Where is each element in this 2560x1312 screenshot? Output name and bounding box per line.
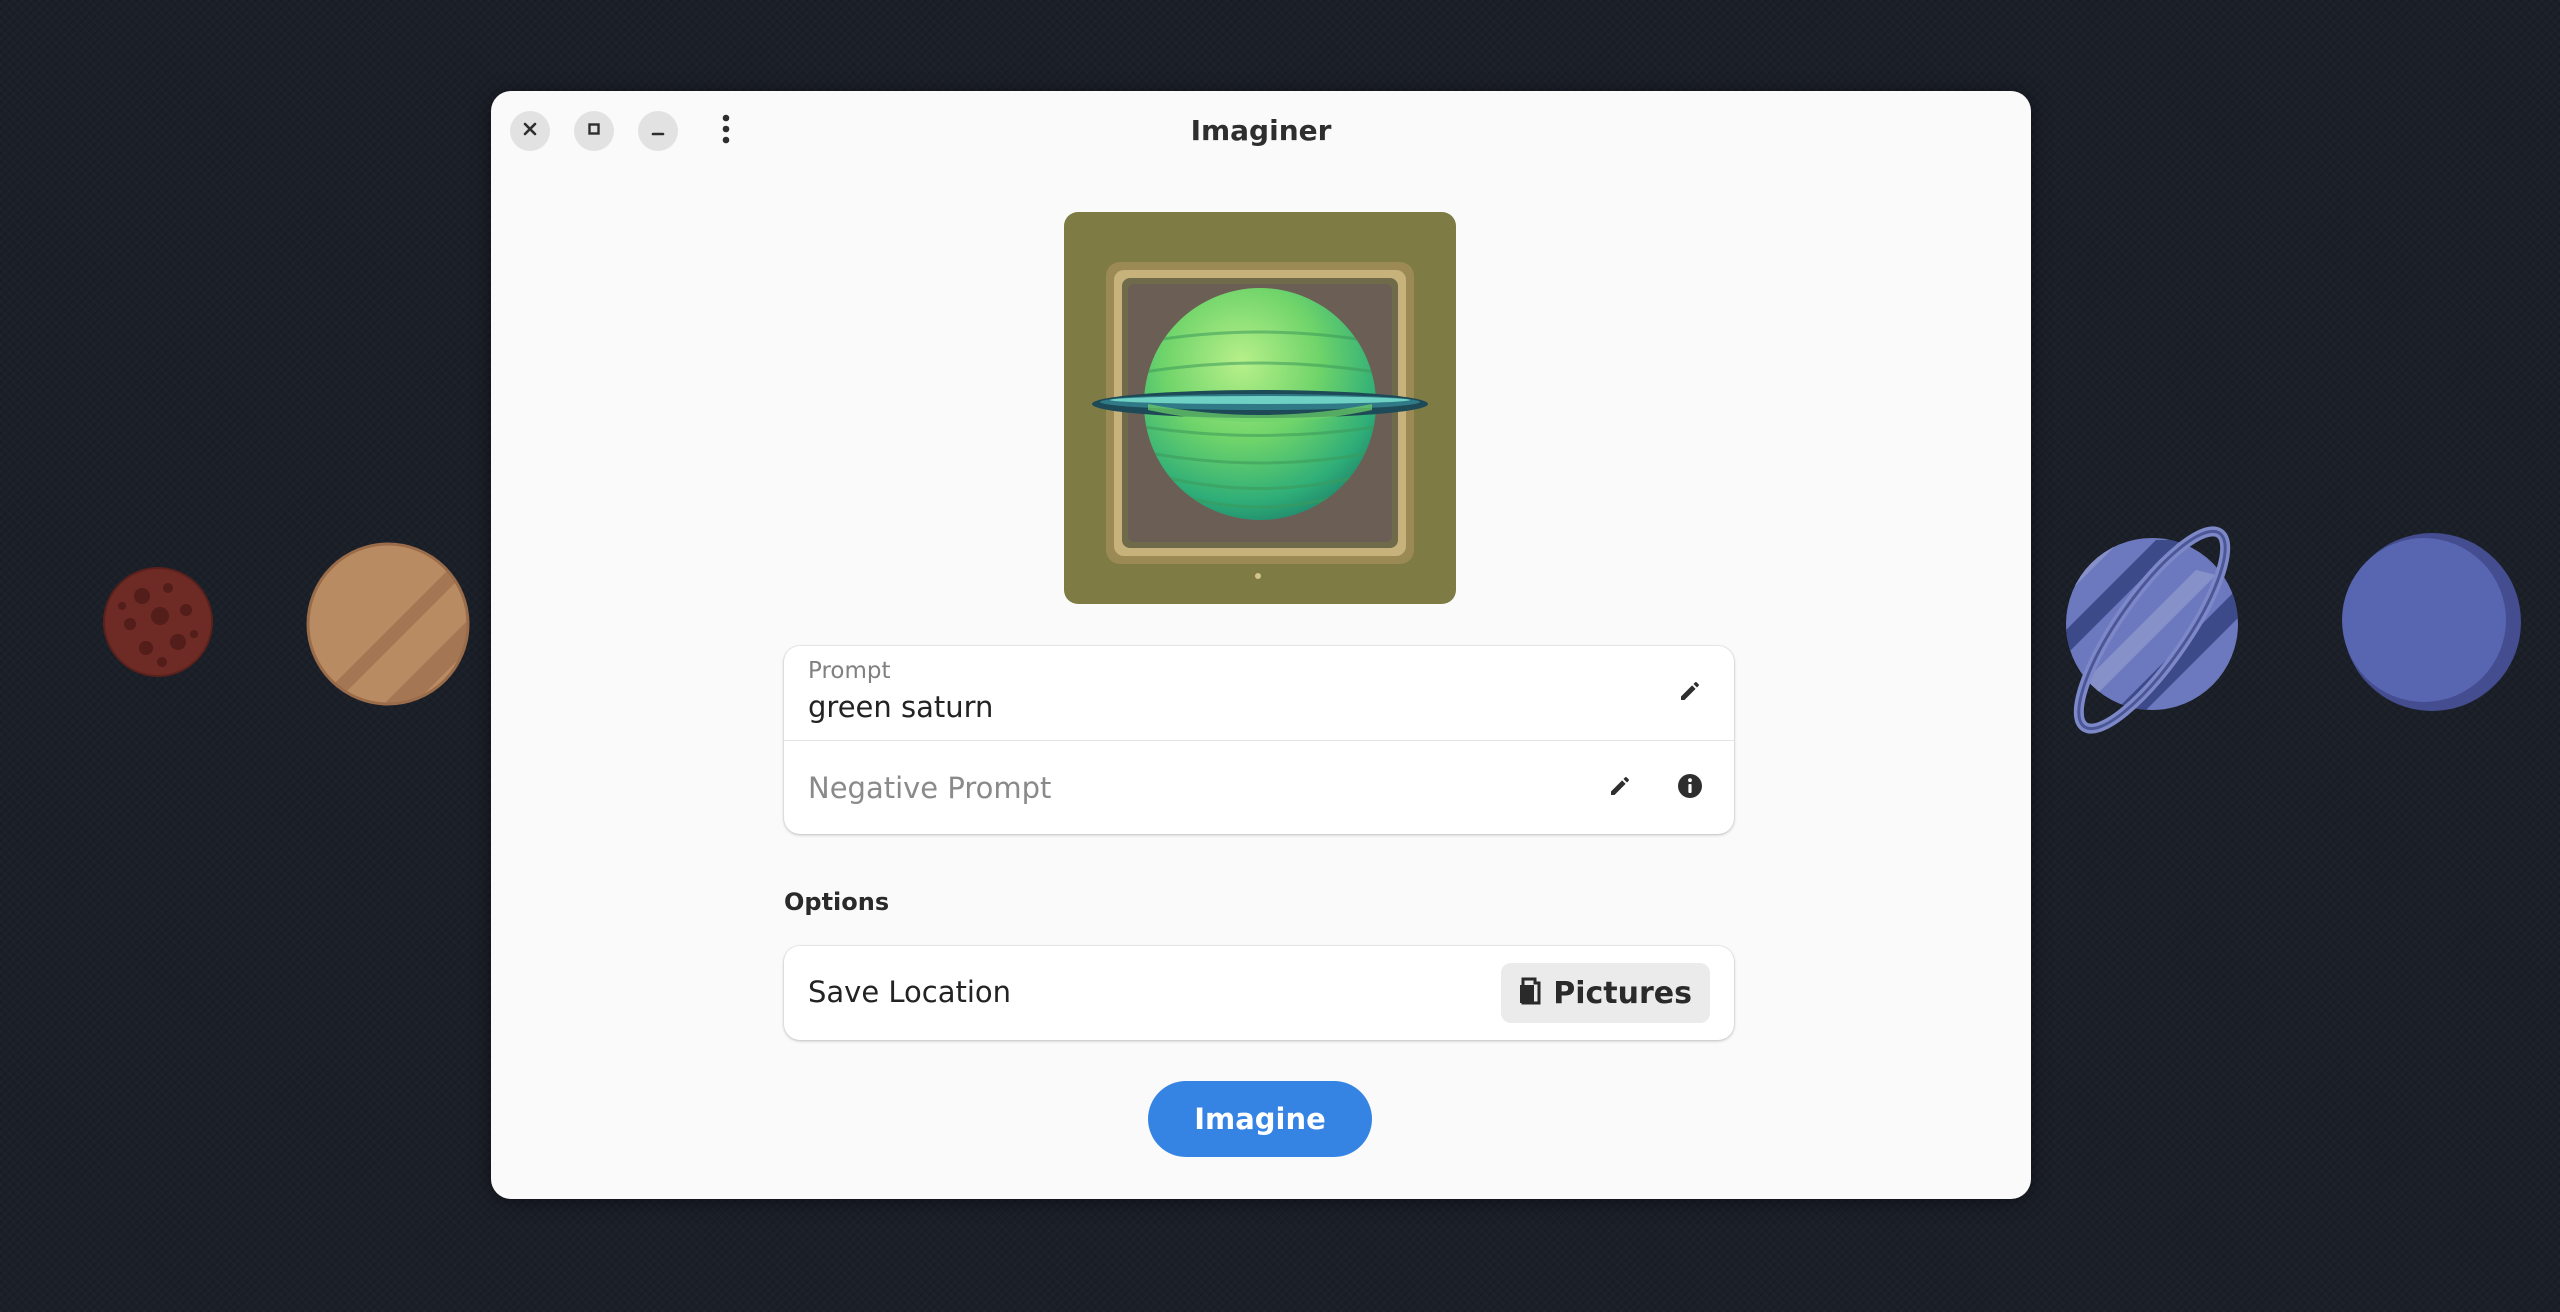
wallpaper-planet-red: [103, 567, 213, 677]
wallpaper-planet-brown: [306, 542, 470, 706]
wallpaper-planet-blue: [2342, 533, 2521, 711]
prompt-card: Prompt green saturn Negative Prompt: [784, 646, 1734, 834]
prompt-row[interactable]: Prompt green saturn: [784, 646, 1734, 740]
options-card: Save Location Pictures: [784, 946, 1734, 1040]
negative-prompt-placeholder: Negative Prompt: [808, 771, 1052, 805]
edit-prompt-button[interactable]: [1670, 673, 1710, 713]
folder-icon: [1517, 977, 1543, 1009]
wallpaper-planet-ringed: [2066, 526, 2238, 734]
pencil-icon: [1608, 774, 1632, 802]
prompt-label: Prompt: [808, 658, 891, 684]
edit-negative-prompt-button[interactable]: [1600, 768, 1640, 808]
negative-prompt-info-button[interactable]: [1670, 768, 1710, 808]
save-location-row: Save Location Pictures: [784, 946, 1734, 1040]
save-location-label: Save Location: [808, 975, 1012, 1009]
info-icon: [1677, 773, 1703, 803]
generated-image-preview: [1064, 212, 1456, 604]
save-location-folder-button[interactable]: Pictures: [1501, 963, 1710, 1023]
generated-image-green-saturn: [1064, 212, 1456, 604]
negative-prompt-row[interactable]: Negative Prompt: [784, 740, 1734, 834]
folder-button-label: Pictures: [1553, 975, 1692, 1011]
prompt-value: green saturn: [808, 690, 994, 724]
options-heading: Options: [784, 888, 890, 916]
app-window: Imaginer Prompt green saturn Negative Pr…: [491, 91, 2031, 1199]
imagine-button[interactable]: Imagine: [1148, 1081, 1372, 1157]
window-title: Imaginer: [1190, 114, 1332, 147]
header-bar: Imaginer: [491, 91, 2031, 171]
pencil-icon: [1678, 679, 1702, 707]
